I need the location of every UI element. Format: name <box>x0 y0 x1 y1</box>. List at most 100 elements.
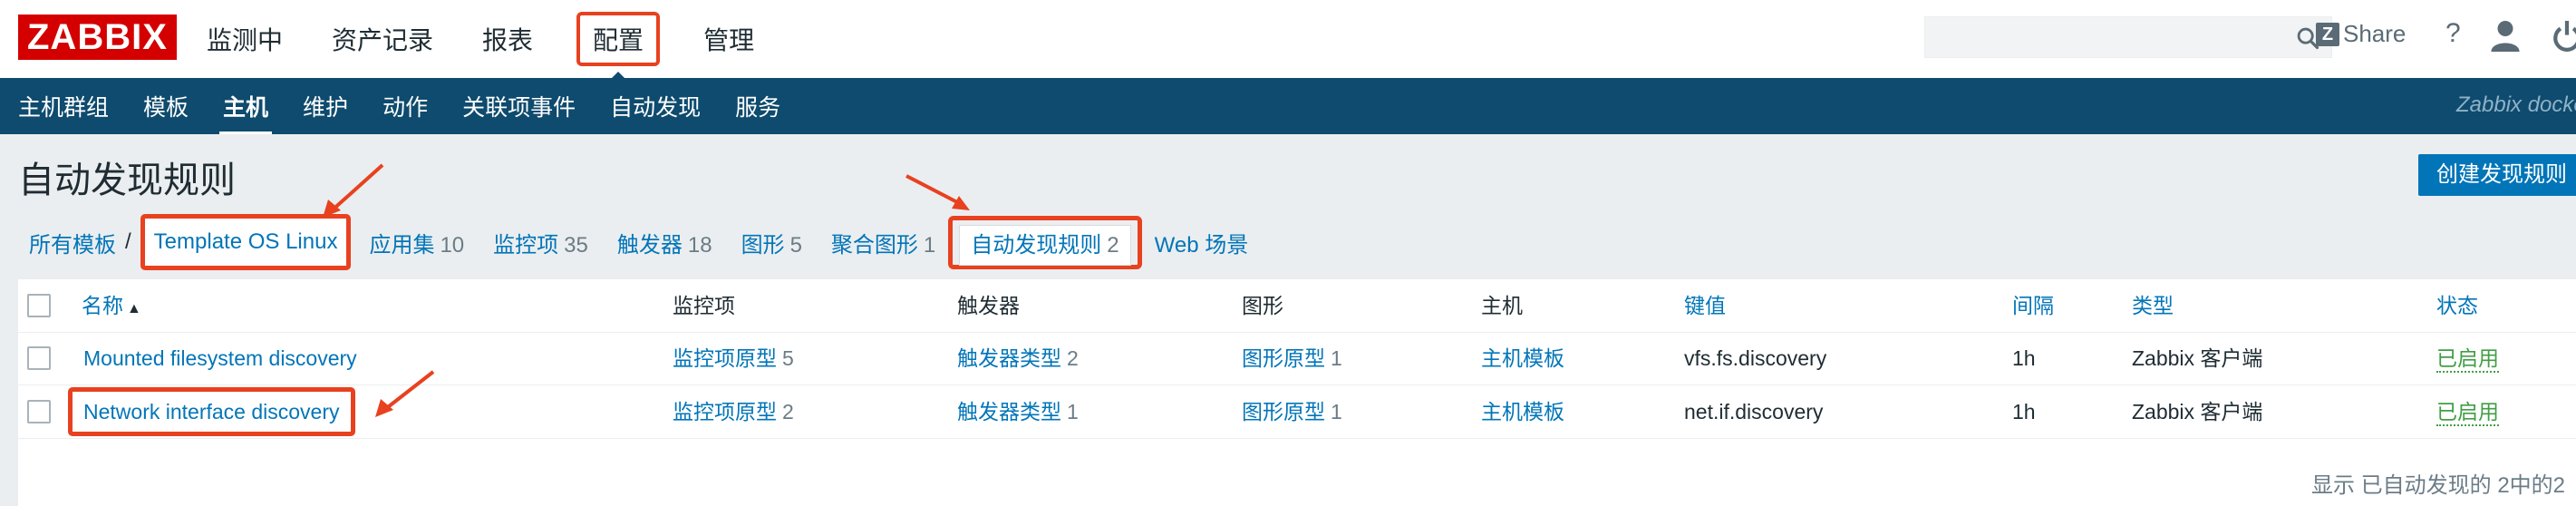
submenu-discovery[interactable]: 自动发现 <box>610 90 701 122</box>
column-graphs: 图形 <box>1242 294 1283 317</box>
column-triggers: 触发器 <box>957 294 1020 317</box>
select-all-checkbox[interactable] <box>27 294 51 317</box>
interval-value: 1h <box>2012 346 2036 370</box>
key-value: vfs.fs.discovery <box>1684 346 1827 370</box>
server-name: Zabbix docke <box>2456 92 2576 117</box>
sort-asc-icon: ▲ <box>127 301 141 316</box>
tab-label: 监控项 <box>493 232 559 258</box>
template-tabs: 所有模板 / Template OS Linux 应用集 10 监控项 35 触发器… <box>18 209 2576 276</box>
rule-name-cell: Network interface discovery <box>68 385 355 438</box>
tab-screens[interactable]: 聚合图形 1 <box>831 227 935 258</box>
menu-monitoring[interactable]: 监测中 <box>201 14 288 64</box>
tab-graphs[interactable]: 图形 5 <box>741 227 802 258</box>
submenu-hosts[interactable]: 主机 <box>219 90 273 135</box>
graph-prototypes-count: 1 <box>1331 400 1342 423</box>
annotation-arrow-icon <box>375 370 435 417</box>
search-input[interactable] <box>1924 16 2332 58</box>
menu-configuration[interactable]: 配置 <box>576 12 661 83</box>
column-items: 监控项 <box>673 294 735 317</box>
submenu-services[interactable]: 服务 <box>735 90 780 122</box>
sign-out-icon[interactable] <box>2552 18 2576 54</box>
zabbix-logo[interactable]: ZABBIX <box>18 15 177 60</box>
help-icon[interactable]: ? <box>2445 18 2461 49</box>
trigger-prototypes-count: 2 <box>1067 346 1079 370</box>
status-enabled-toggle[interactable]: 已启用 <box>2436 345 2499 373</box>
menu-inventory[interactable]: 资产记录 <box>326 14 439 64</box>
tab-count: 18 <box>687 232 712 258</box>
main-menu: 监测中 资产记录 报表 配置 管理 <box>201 0 798 83</box>
trigger-prototypes-count: 1 <box>1067 400 1079 423</box>
tab-count: 2 <box>1107 232 1119 258</box>
column-type-sort[interactable]: 类型 <box>2132 279 2174 332</box>
column-key-sort[interactable]: 键值 <box>1684 279 1726 332</box>
trigger-prototypes-link[interactable]: 触发器类型 2 <box>957 332 1079 384</box>
graph-prototypes-link[interactable]: 图形原型 1 <box>1242 385 1342 438</box>
item-prototypes-link[interactable]: 监控项原型 5 <box>673 332 794 384</box>
graph-prototypes-label: 图形原型 <box>1242 400 1325 423</box>
tab-items[interactable]: 监控项 35 <box>493 227 588 258</box>
host-prototypes-link[interactable]: 主机模板 <box>1481 332 1564 384</box>
trigger-prototypes-link[interactable]: 触发器类型 1 <box>957 385 1079 438</box>
status-cell: 已启用 <box>2436 385 2499 438</box>
tab-web-scenarios[interactable]: Web 场景 <box>1155 227 1249 258</box>
row-checkbox[interactable] <box>27 400 51 423</box>
tab-applications[interactable]: 应用集 10 <box>369 227 464 258</box>
item-prototypes-label: 监控项原型 <box>673 400 777 423</box>
submenu-actions[interactable]: 动作 <box>383 90 428 122</box>
share-button[interactable]: Z Share <box>2316 20 2406 48</box>
host-prototypes-link[interactable]: 主机模板 <box>1481 385 1564 438</box>
tab-label: 触发器 <box>616 232 683 258</box>
item-prototypes-label: 监控项原型 <box>673 346 777 370</box>
key-value: net.if.discovery <box>1684 400 1824 423</box>
page-title: 自动发现规则 <box>18 161 236 200</box>
tab-label: 聚合图形 <box>830 232 918 258</box>
breadcrumb-separator: / <box>125 229 131 254</box>
type-value: Zabbix 客户端 <box>2132 346 2263 370</box>
active-tab-highlight: 自动发现规则 2 <box>948 215 1142 269</box>
breadcrumb-all-templates[interactable]: 所有模板 <box>29 227 116 258</box>
tab-count: 5 <box>789 232 802 258</box>
rule-name-link[interactable]: Mounted filesystem discovery <box>83 332 357 384</box>
menu-administration[interactable]: 管理 <box>698 14 760 64</box>
graph-prototypes-link[interactable]: 图形原型 1 <box>1242 332 1342 384</box>
share-label: Share <box>2343 20 2407 47</box>
submenu-event-correlation[interactable]: 关联项事件 <box>462 90 576 122</box>
rule-name-link[interactable]: Network interface discovery <box>68 387 355 436</box>
tab-discovery-rules[interactable]: 自动发现规则 2 <box>959 224 1131 266</box>
status-enabled-toggle[interactable]: 已启用 <box>2436 399 2499 426</box>
table-header: 名称 ▲ 监控项 触发器 图形 主机 键值 间隔 类型 状态 <box>18 279 2576 333</box>
submenu-host-groups[interactable]: 主机群组 <box>18 90 109 122</box>
item-prototypes-link[interactable]: 监控项原型 2 <box>673 385 794 438</box>
tab-count: 10 <box>440 232 465 258</box>
user-toolbar: Z Share ? <box>2316 0 2576 78</box>
status-cell: 已启用 <box>2436 332 2499 384</box>
annotation-arrow-icon <box>323 163 384 218</box>
graph-prototypes-count: 1 <box>1331 346 1342 370</box>
tab-label: 自动发现规则 <box>971 232 1102 258</box>
user-profile-icon[interactable] <box>2490 18 2521 54</box>
column-status-sort[interactable]: 状态 <box>2436 279 2478 332</box>
item-prototypes-count: 2 <box>782 400 794 423</box>
column-hosts: 主机 <box>1481 294 1523 317</box>
tab-triggers[interactable]: 触发器 18 <box>617 227 712 258</box>
create-discovery-rule-button[interactable]: 创建发现规则 <box>2418 154 2576 196</box>
tab-label: 图形 <box>741 232 785 258</box>
top-header: ZABBIX 监测中 资产记录 报表 配置 管理 Z Share ? <box>0 0 2576 83</box>
submenu-maintenance[interactable]: 维护 <box>303 90 348 122</box>
interval-value: 1h <box>2012 400 2036 423</box>
sub-menu: 主机群组 模板 主机 维护 动作 关联项事件 自动发现 服务 Zabbix do… <box>0 78 2576 135</box>
column-interval-sort[interactable]: 间隔 <box>2012 279 2054 332</box>
tab-count: 35 <box>564 232 588 258</box>
menu-reports[interactable]: 报表 <box>477 14 538 64</box>
column-name-label: 名称 <box>82 294 123 317</box>
trigger-prototypes-label: 触发器类型 <box>957 346 1061 370</box>
type-value: Zabbix 客户端 <box>2132 400 2263 423</box>
tab-count: 1 <box>923 232 936 258</box>
table-footer-count: 显示 已自动发现的 2中的2 <box>2311 473 2566 498</box>
share-icon: Z <box>2316 22 2339 46</box>
annotation-arrow-icon <box>905 174 970 210</box>
column-name-sort[interactable]: 名称 ▲ <box>82 279 141 332</box>
tab-label: 应用集 <box>369 232 435 258</box>
submenu-templates[interactable]: 模板 <box>143 90 189 122</box>
row-checkbox[interactable] <box>27 346 51 370</box>
